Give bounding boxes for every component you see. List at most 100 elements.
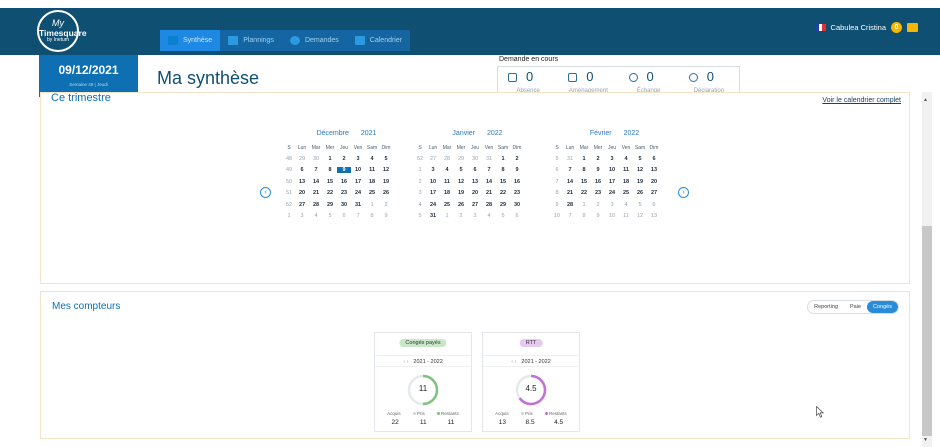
calendar-day[interactable]: 18 bbox=[440, 190, 454, 196]
calendar-day[interactable]: 8 bbox=[577, 213, 591, 219]
period-nav-arrows-icon[interactable]: ‹ › bbox=[403, 359, 408, 365]
calendar-day[interactable]: 18 bbox=[619, 179, 633, 185]
tab-calendrier[interactable]: Calendrier bbox=[346, 30, 411, 51]
calendar-day[interactable]: 31 bbox=[426, 213, 440, 219]
calendar-day[interactable]: 20 bbox=[295, 190, 309, 196]
calendar-day[interactable]: 30 bbox=[468, 156, 482, 162]
calendar-day[interactable]: 19 bbox=[454, 190, 468, 196]
calendar-day[interactable]: 30 bbox=[510, 202, 524, 208]
calendar-day[interactable]: 17 bbox=[351, 179, 365, 185]
calendar-day[interactable]: 14 bbox=[563, 179, 577, 185]
calendar-day[interactable]: 7 bbox=[482, 167, 496, 173]
calendar-day[interactable]: 24 bbox=[605, 190, 619, 196]
calendar-day[interactable]: 6 bbox=[647, 156, 661, 162]
calendar-day[interactable]: 22 bbox=[496, 190, 510, 196]
calendar-day[interactable]: 31 bbox=[351, 202, 365, 208]
calendar-day[interactable]: 2 bbox=[337, 156, 351, 162]
calendar-day[interactable]: 23 bbox=[337, 190, 351, 196]
calendar-day[interactable]: 13 bbox=[647, 213, 661, 219]
calendar-day[interactable]: 31 bbox=[563, 156, 577, 162]
calendar-day[interactable]: 29 bbox=[496, 202, 510, 208]
calendar-next-button[interactable]: › bbox=[678, 187, 689, 198]
calendar-day[interactable]: 8 bbox=[496, 167, 510, 173]
calendar-day[interactable]: 6 bbox=[510, 213, 524, 219]
calendar-day[interactable]: 22 bbox=[577, 190, 591, 196]
calendar-day[interactable]: 7 bbox=[309, 167, 323, 173]
calendar-day[interactable]: 9 bbox=[510, 167, 524, 173]
calendar-day[interactable]: 9 bbox=[591, 167, 605, 173]
segment-reporting[interactable]: Reporting bbox=[808, 301, 844, 313]
calendar-day[interactable]: 25 bbox=[440, 202, 454, 208]
calendar-day[interactable]: 12 bbox=[633, 167, 647, 173]
calendar-day[interactable]: 1 bbox=[496, 156, 510, 162]
calendar-day[interactable]: 28 bbox=[440, 156, 454, 162]
calendar-day[interactable]: 26 bbox=[633, 190, 647, 196]
calendar-day[interactable]: 4 bbox=[440, 167, 454, 173]
calendar-day[interactable]: 27 bbox=[468, 202, 482, 208]
calendar-day[interactable]: 29 bbox=[454, 156, 468, 162]
calendar-day[interactable]: 2 bbox=[454, 213, 468, 219]
calendar-day[interactable]: 23 bbox=[510, 190, 524, 196]
calendar-day[interactable]: 2 bbox=[379, 202, 393, 208]
calendar-day[interactable]: 3 bbox=[426, 167, 440, 173]
calendar-day[interactable]: 5 bbox=[323, 213, 337, 219]
calendar-day[interactable]: 3 bbox=[295, 213, 309, 219]
scrollbar-thumb[interactable] bbox=[922, 226, 932, 436]
calendar-day[interactable]: 5 bbox=[633, 156, 647, 162]
calendar-day[interactable]: 1 bbox=[577, 202, 591, 208]
calendar-day[interactable]: 18 bbox=[365, 179, 379, 185]
app-logo[interactable]: My Timesquare by Inetum bbox=[37, 10, 87, 52]
calendar-day[interactable]: 4 bbox=[619, 202, 633, 208]
calendar-day[interactable]: 5 bbox=[379, 156, 393, 162]
calendar-day[interactable]: 8 bbox=[323, 167, 337, 173]
calendar-day[interactable]: 26 bbox=[454, 202, 468, 208]
calendar-day[interactable]: 8 bbox=[365, 213, 379, 219]
calendar-day[interactable]: 21 bbox=[309, 190, 323, 196]
calendar-day[interactable]: 4 bbox=[482, 213, 496, 219]
calendar-day[interactable]: 16 bbox=[591, 179, 605, 185]
calendar-day[interactable]: 4 bbox=[309, 213, 323, 219]
calendar-day[interactable]: 16 bbox=[510, 179, 524, 185]
segment-conges[interactable]: Congés bbox=[867, 301, 898, 313]
calendar-day[interactable]: 21 bbox=[482, 190, 496, 196]
calendar-day[interactable]: 19 bbox=[379, 179, 393, 185]
calendar-day[interactable]: 20 bbox=[647, 179, 661, 185]
full-calendar-link[interactable]: Voir le calendrier complet bbox=[822, 97, 901, 104]
french-flag-icon[interactable] bbox=[815, 24, 826, 31]
calendar-day[interactable]: 30 bbox=[337, 202, 351, 208]
calendar-day[interactable]: 17 bbox=[605, 179, 619, 185]
calendar-day[interactable]: 6 bbox=[468, 167, 482, 173]
notification-badge[interactable]: 0 bbox=[891, 22, 902, 33]
calendar-day[interactable]: 14 bbox=[309, 179, 323, 185]
user-menu[interactable]: Cabulea Cristina 0 bbox=[815, 22, 918, 33]
calendar-day[interactable]: 3 bbox=[605, 202, 619, 208]
calendar-day[interactable]: 9 bbox=[591, 213, 605, 219]
scroll-down-arrow[interactable]: ▼ bbox=[923, 437, 928, 443]
tab-plannings[interactable]: Plannings bbox=[220, 30, 282, 51]
calendar-day[interactable]: 12 bbox=[633, 213, 647, 219]
calendar-day[interactable]: 6 bbox=[295, 167, 309, 173]
calendar-day[interactable]: 26 bbox=[379, 190, 393, 196]
calendar-day[interactable]: 5 bbox=[496, 213, 510, 219]
calendar-day[interactable]: 31 bbox=[482, 156, 496, 162]
calendar-day[interactable]: 25 bbox=[365, 190, 379, 196]
calendar-day[interactable]: 10 bbox=[351, 167, 365, 173]
calendar-day[interactable]: 5 bbox=[633, 202, 647, 208]
calendar-day[interactable]: 15 bbox=[323, 179, 337, 185]
calendar-day[interactable]: 27 bbox=[647, 190, 661, 196]
calendar-day[interactable]: 1 bbox=[440, 213, 454, 219]
calendar-day[interactable]: 23 bbox=[591, 190, 605, 196]
calendar-day[interactable]: 11 bbox=[619, 213, 633, 219]
calendar-day[interactable]: 28 bbox=[309, 202, 323, 208]
calendar-day[interactable]: 28 bbox=[482, 202, 496, 208]
home-icon[interactable] bbox=[907, 23, 918, 32]
calendar-day[interactable]: 13 bbox=[647, 167, 661, 173]
calendar-day[interactable]: 7 bbox=[563, 213, 577, 219]
calendar-day[interactable]: 30 bbox=[309, 156, 323, 162]
calendar-day[interactable]: 15 bbox=[577, 179, 591, 185]
tab-synthese[interactable]: Synthèse bbox=[160, 30, 221, 51]
calendar-day[interactable]: 1 bbox=[323, 156, 337, 162]
calendar-day[interactable]: 13 bbox=[468, 179, 482, 185]
calendar-day[interactable]: 4 bbox=[365, 156, 379, 162]
calendar-day[interactable]: 16 bbox=[337, 179, 351, 185]
